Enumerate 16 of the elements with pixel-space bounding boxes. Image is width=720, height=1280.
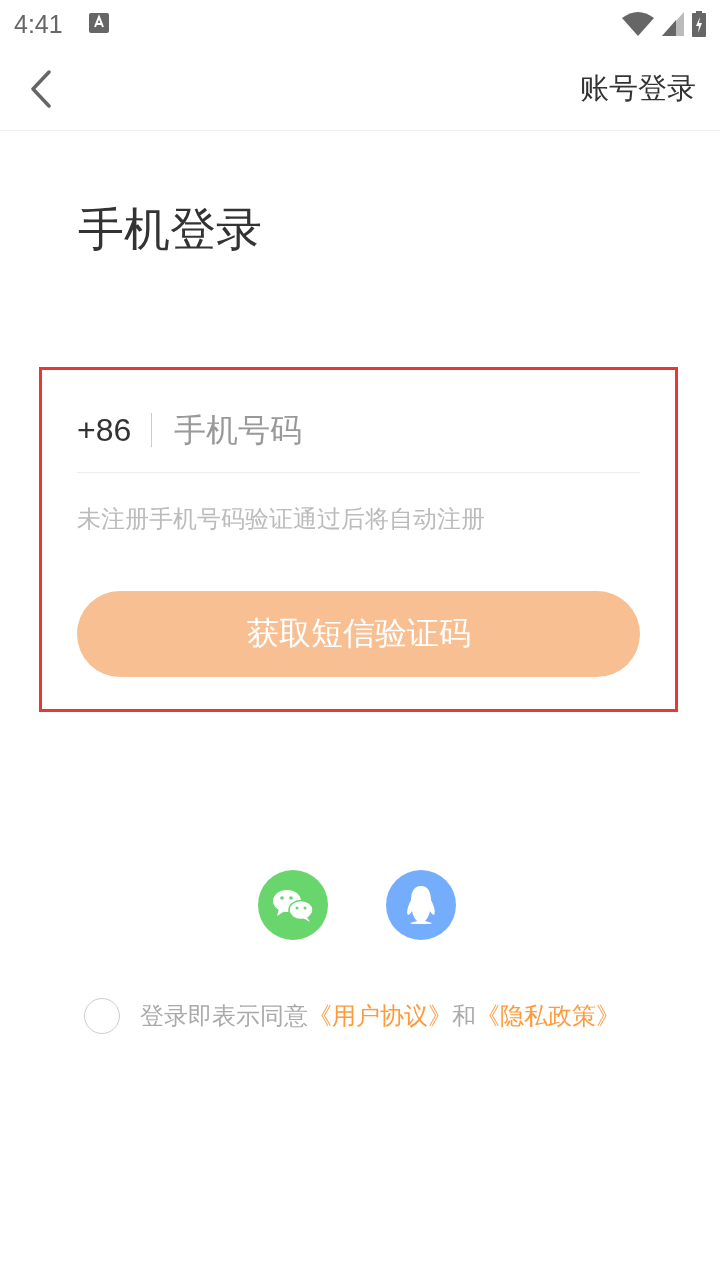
agreement-checkbox[interactable]: [84, 998, 120, 1034]
keyboard-notification-icon: [88, 13, 109, 35]
battery-icon: [692, 11, 706, 37]
agreement-text: 登录即表示同意《用户协议》和《隐私政策》: [140, 1001, 620, 1032]
back-icon[interactable]: [30, 70, 52, 108]
account-login-link[interactable]: 账号登录: [580, 69, 696, 109]
policy-link[interactable]: 《用户协议》: [308, 1002, 452, 1030]
penguin-icon: [405, 885, 437, 925]
page-title: 手机登录: [78, 201, 263, 258]
status-time: 4:41: [14, 9, 63, 39]
wifi-icon: [622, 12, 654, 36]
signal-icon: [662, 12, 684, 36]
registration-hint: 未注册手机号码验证通过后将自动注册: [77, 504, 486, 535]
country-code[interactable]: +86: [77, 413, 153, 447]
chat-bubbles-icon: [271, 887, 315, 923]
policy-link[interactable]: 《隐私政策》: [476, 1002, 620, 1030]
